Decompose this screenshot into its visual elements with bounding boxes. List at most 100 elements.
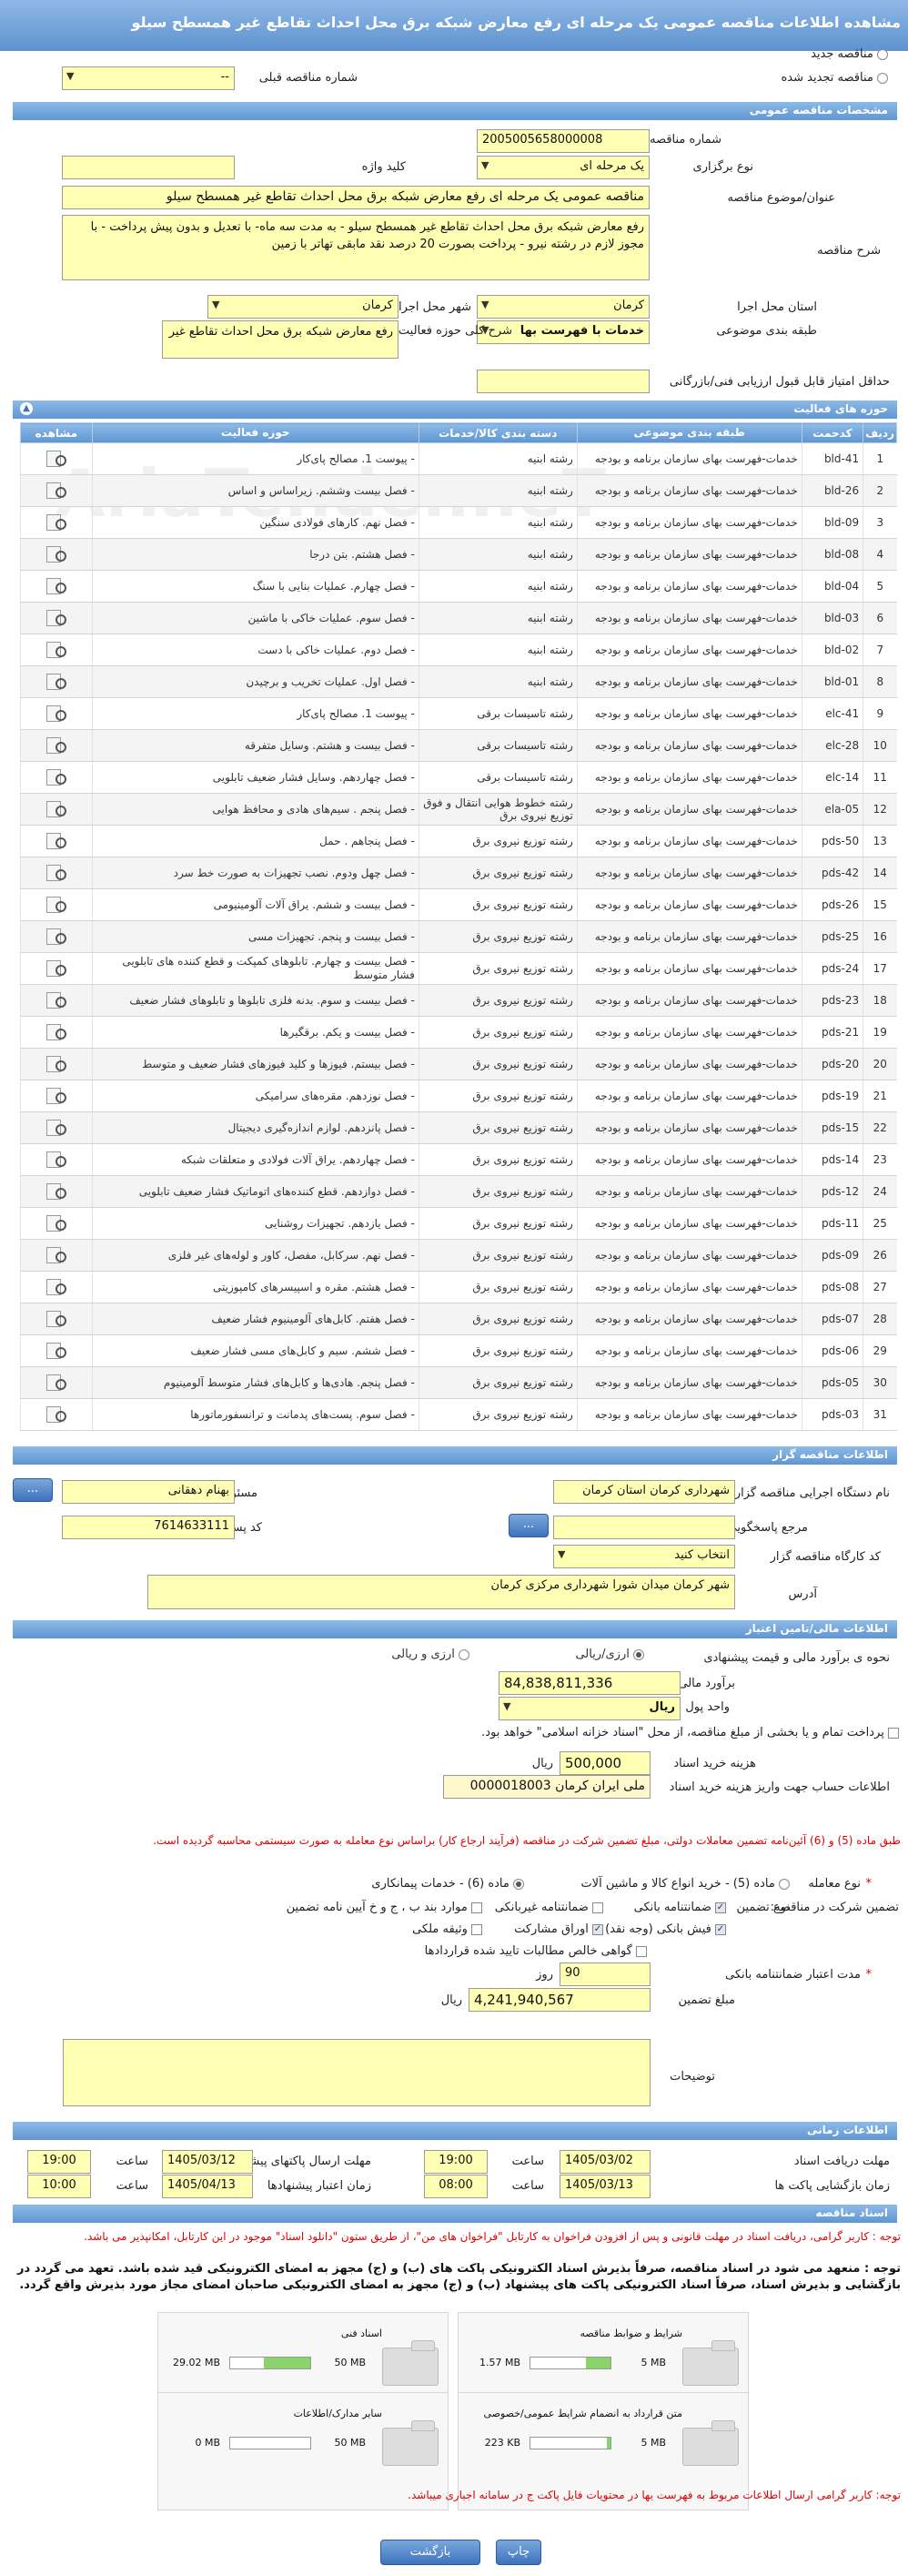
g1-checkbox[interactable]: ضمانتنامه بانکی [634,1901,726,1914]
magnifier-icon[interactable] [45,1277,68,1295]
magnifier-icon[interactable] [45,767,68,786]
magnifier-icon[interactable] [45,704,68,722]
back-button[interactable]: بازگشت [380,2540,480,2565]
magnifier-icon[interactable] [45,608,68,626]
unit-select[interactable]: ریال ▼ [499,1697,681,1720]
magnifier-icon[interactable] [45,735,68,754]
table-row: 16 pds-25 خدمات-فهرست بهای سازمان برنامه و… [20,920,897,953]
magnifier-icon[interactable] [45,1086,68,1104]
magnifier-icon[interactable] [45,1405,68,1423]
get-date-field[interactable]: 1405/03/02 [560,2150,651,2174]
magnifier-icon[interactable] [45,1309,68,1327]
magnifier-icon[interactable] [45,1341,68,1359]
magnifier-icon[interactable] [45,1213,68,1232]
g4-checkbox[interactable]: فیش بانکی (وجه نقد) [605,1922,726,1936]
ref-field[interactable] [553,1516,735,1539]
acct-field[interactable]: ملی ایران کرمان 0000018003 [443,1775,651,1799]
magnifier-icon[interactable] [45,958,68,977]
valid-field[interactable]: 90 [560,1962,651,1986]
renewed-tender-radio[interactable]: مناقصه تجدید شده [781,71,888,85]
row-field: - فصل سوم. عملیات خاکی با ماشین [91,602,419,634]
row-view-cell [20,1207,93,1240]
table-row: 3 bld-09 خدمات-فهرست بهای سازمان برنامه و … [20,506,897,539]
magnifier-icon[interactable] [45,544,68,563]
new-tender-radio[interactable]: مناقصه جدید [811,47,888,61]
prev-tender-select[interactable]: -- ▼ [62,66,235,90]
fx-rial-radio[interactable]: ارزی و ریالی [391,1648,469,1661]
magnifier-icon[interactable] [45,576,68,594]
magnifier-icon[interactable] [45,1118,68,1136]
row-group: رشته توزیع نیروی برق [418,1080,578,1112]
addr-field[interactable]: شهر کرمان میدان شورا شهرداری مرکزی کرمان [147,1575,735,1609]
magnifier-icon[interactable] [45,1150,68,1168]
magnifier-icon[interactable] [45,863,68,881]
deal6-radio[interactable]: ماده (6) - خدمات پیمانکاری [371,1877,524,1891]
province-select[interactable]: کرمان ▼ [477,295,650,319]
row-no: 21 [863,1080,897,1112]
tender-number-field[interactable]: 2005005658000008 [477,129,650,153]
resp-lookup-button[interactable]: ... [13,1478,53,1502]
open-date-field[interactable]: 1405/03/13 [560,2175,651,2198]
g5-checkbox[interactable]: اوراق مشارکت [514,1922,603,1936]
magnifier-icon[interactable] [45,449,68,467]
type-select[interactable]: یک مرحله ای ▼ [477,156,650,179]
g3-checkbox[interactable]: موارد بند ب ، ج و خ آیین نامه تضمین [287,1901,482,1914]
doc-usage-bar [530,2437,611,2449]
docs-note-2: توجه : منعهد می شود در اسناد مناقصه، صرف… [17,2262,901,2292]
g6-checkbox[interactable]: وثیقه ملکی [412,1922,482,1936]
magnifier-icon[interactable] [45,1245,68,1263]
open-time-field[interactable]: 08:00 [424,2175,488,2198]
send-time-field[interactable]: 19:00 [27,2150,91,2174]
fee-field[interactable]: 500,000 [560,1751,651,1775]
notes-field[interactable] [63,2039,651,2106]
keyword-field[interactable] [62,156,235,179]
magnifier-icon[interactable] [45,927,68,945]
minscore-field[interactable] [477,370,650,393]
row-group: رشته ابنیه [418,634,578,666]
worksite-select[interactable]: انتخاب کنید ▼ [553,1545,735,1568]
row-view-cell [20,1271,93,1303]
row-no: 15 [863,888,897,921]
row-class: خدمات-فهرست بهای سازمان برنامه و بودجه [576,442,802,475]
send-date-field[interactable]: 1405/03/12 [162,2150,253,2174]
row-code: pds-19 [801,1080,863,1112]
ref-lookup-button[interactable]: ... [509,1514,549,1537]
magnifier-icon[interactable] [45,990,68,1009]
print-button[interactable]: چاپ [496,2540,541,2565]
required-star: * [865,1877,873,1891]
valid-time-field[interactable]: 10:00 [27,2175,91,2198]
magnifier-icon[interactable] [45,1054,68,1072]
magnifier-icon[interactable] [45,512,68,531]
g2-checkbox[interactable]: ضمانتنامه غیربانکی [495,1901,603,1914]
scope-field[interactable]: رفع معارض شبکه برق محل احداث تقاطع غیر [162,320,399,359]
get-time-field[interactable]: 19:00 [424,2150,488,2174]
subject-field[interactable]: مناقصه عمومی یک مرحله ای رفع معارض شبکه … [62,186,650,209]
row-view-cell [20,1111,93,1144]
magnifier-icon[interactable] [45,1022,68,1040]
desc-field[interactable]: رفع معارض شبکه برق محل احداث تقاطع غیر ه… [62,215,650,280]
magnifier-icon[interactable] [45,1373,68,1391]
magnifier-icon[interactable] [45,831,68,849]
magnifier-icon[interactable] [45,672,68,690]
magnifier-icon[interactable] [45,799,68,817]
gamount-field[interactable]: 4,241,940,567 [469,1988,651,2012]
magnifier-icon[interactable] [45,481,68,499]
collapse-icon[interactable]: ▲ [20,402,33,415]
postal-field[interactable]: 7614633111 [62,1516,235,1539]
treasury-checkbox[interactable]: پرداخت تمام و یا بخشی از مبلغ مناقصه، از… [481,1726,899,1739]
magnifier-icon[interactable] [45,895,68,913]
resp-field[interactable]: بهنام دهقانی [62,1480,235,1504]
g7-checkbox[interactable]: گواهی خالص مطالبات تایید شده قراردادها [425,1944,647,1958]
rial-radio[interactable]: ارزی/ریالی [575,1648,644,1661]
doc-used: 1.57 MB [479,2357,520,2368]
row-group: رشته ابنیه [418,442,578,475]
exec-field[interactable]: شهرداری کرمان استان کرمان [553,1480,735,1504]
est-amount-field[interactable]: 84,838,811,336 [499,1671,681,1695]
row-field: - پیوست 1. مصالح پای‌کار [91,697,419,730]
valid-date-field[interactable]: 1405/04/13 [162,2175,253,2198]
magnifier-icon[interactable] [45,640,68,658]
deal5-radio[interactable]: ماده (5) - خرید انواع کالا و ماشین آلات [580,1877,790,1891]
ref-label: مرجع پاسخگویی [727,1521,808,1535]
magnifier-icon[interactable] [45,1182,68,1200]
city-select[interactable]: کرمان ▼ [207,295,399,319]
